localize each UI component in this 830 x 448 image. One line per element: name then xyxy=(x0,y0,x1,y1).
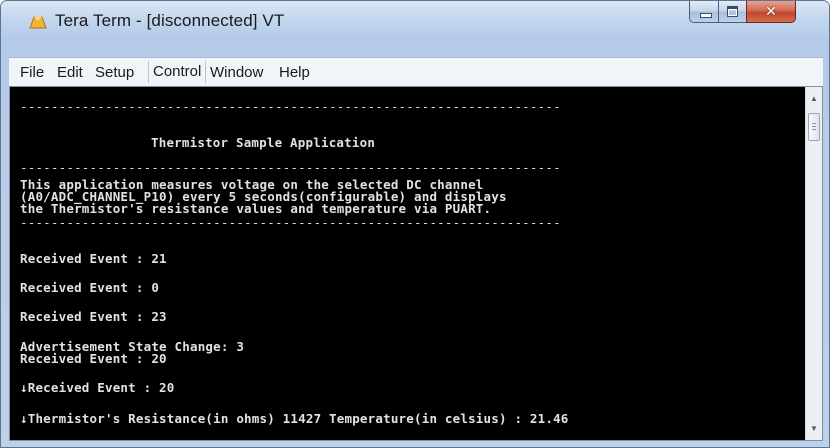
thumb-grip xyxy=(812,129,816,130)
menu-help[interactable]: Help xyxy=(279,64,310,81)
terminal-line: ----------------------------------------… xyxy=(20,215,561,230)
terminal-line: ----------------------------------------… xyxy=(20,99,561,114)
scroll-down-arrow-icon[interactable]: ▼ xyxy=(806,421,822,437)
terminal-screen[interactable]: ----------------------------------------… xyxy=(10,87,805,440)
scroll-up-arrow-icon[interactable]: ▲ xyxy=(806,91,822,107)
thumb-grip xyxy=(812,123,816,124)
close-icon: ✕ xyxy=(765,3,777,19)
menu-edit[interactable]: Edit xyxy=(57,64,83,81)
menu-setup[interactable]: Setup xyxy=(95,64,134,81)
maximize-button[interactable] xyxy=(718,1,747,23)
menu-control[interactable]: Control xyxy=(148,61,207,83)
terminal-line: Received Event : 21 xyxy=(20,251,167,266)
menu-file[interactable]: File xyxy=(20,64,44,81)
teraterm-window: Tera Term - [disconnected] VT ✕ File Edi… xyxy=(0,0,830,448)
terminal-line: Received Event : 23 xyxy=(20,309,167,324)
thumb-grip xyxy=(812,126,816,127)
menu-window[interactable]: Window xyxy=(210,64,263,81)
terminal-line: ↓Received Event : 20 xyxy=(20,380,175,395)
close-button[interactable]: ✕ xyxy=(746,1,796,23)
terminal-line: Received Event : 20 xyxy=(20,351,167,366)
scroll-thumb[interactable] xyxy=(808,113,820,141)
menu-bar: File Edit Setup Control Window Help xyxy=(9,57,823,87)
minimize-button[interactable] xyxy=(689,1,719,23)
vertical-scrollbar[interactable]: ▲ ▼ xyxy=(805,87,822,440)
terminal-line: the Thermistor's resistance values and t… xyxy=(20,201,492,216)
maximize-icon xyxy=(727,6,738,17)
teraterm-app-icon xyxy=(29,16,47,29)
terminal-line: ↓Thermistor's Resistance(in ohms) 11427 … xyxy=(20,411,569,426)
minimize-icon xyxy=(700,13,712,18)
terminal-line: Received Event : 0 xyxy=(20,280,160,295)
window-title: Tera Term - [disconnected] VT xyxy=(55,11,285,30)
terminal-client-area: ----------------------------------------… xyxy=(9,86,823,441)
title-bar[interactable]: Tera Term - [disconnected] VT ✕ xyxy=(1,1,829,41)
terminal-line: ----------------------------------------… xyxy=(20,160,561,175)
terminal-line: Thermistor Sample Application xyxy=(151,135,376,150)
